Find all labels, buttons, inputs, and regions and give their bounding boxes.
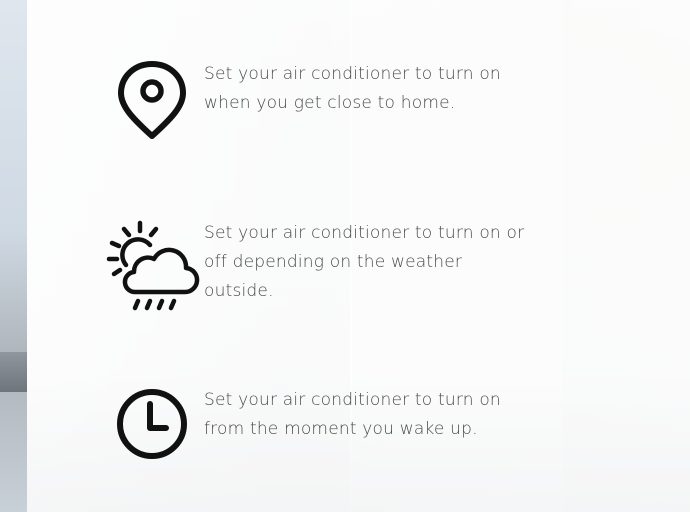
feature-text: Set your air conditioner to turn on from… bbox=[204, 390, 501, 439]
feature-geofence: Set your air conditioner to turn on when… bbox=[100, 60, 534, 140]
feature-weather: Set your air conditioner to turn on or o… bbox=[100, 219, 534, 313]
left-photo-strip bbox=[0, 0, 27, 512]
location-pin-icon bbox=[100, 60, 204, 140]
feature-text: Set your air conditioner to turn on or o… bbox=[204, 223, 525, 301]
feature-wakeup: Set your air conditioner to turn on from… bbox=[100, 386, 534, 462]
weather-sun-cloud-rain-icon bbox=[100, 219, 204, 313]
clock-icon bbox=[100, 386, 204, 462]
sofa-silhouette bbox=[0, 352, 27, 392]
feature-text: Set your air conditioner to turn on when… bbox=[204, 64, 501, 113]
